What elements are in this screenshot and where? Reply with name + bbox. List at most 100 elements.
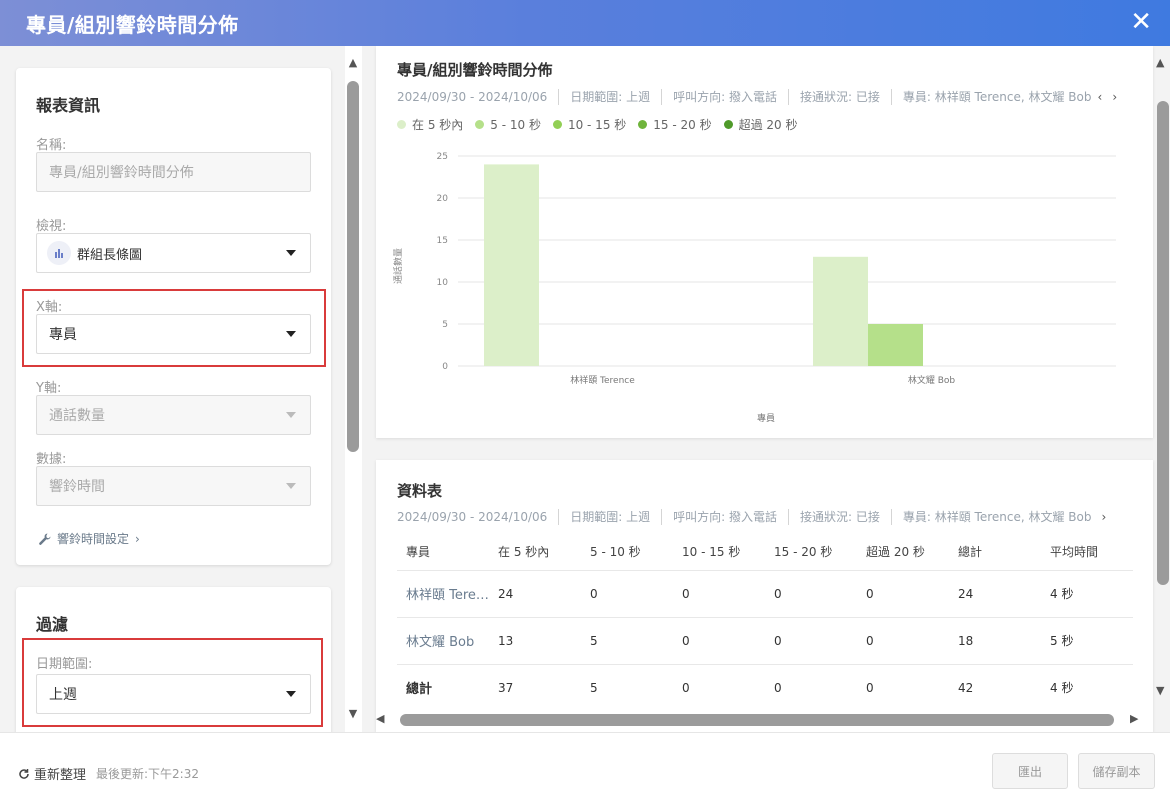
table-header-row: 專員 在 5 秒內 5 - 10 秒 10 - 15 秒 15 - 20 秒 超… [397, 534, 1133, 571]
table-cell: 4 秒 [1050, 681, 1074, 696]
table-total-row: 總計 37 5 0 0 0 42 4 秒 [397, 664, 1133, 711]
ring-time-settings-label: 響鈴時間設定 [57, 532, 130, 546]
horizontal-scrollbar-thumb[interactable] [400, 714, 1114, 726]
grouped-bar-chart: 0 5 10 15 20 25 林祥頤 Terence 林文耀 Bob 專員 通話數量 [392, 152, 1116, 424]
table-row: 林祥頤 Terence 24 0 0 0 0 24 4 秒 [397, 570, 1133, 618]
table-cell: 24 [949, 570, 1041, 618]
legend-item[interactable]: 超過 20 秒 [723, 116, 798, 133]
last-updated-text: 最後更新:下午2:32 [96, 767, 199, 781]
legend-item[interactable]: 在 5 秒內 [397, 116, 463, 133]
data-select-value: 響鈴時間 [49, 479, 105, 495]
scroll-left-arrow[interactable]: ◀ [376, 712, 384, 725]
legend-item[interactable]: 10 - 15 秒 [552, 116, 627, 133]
bar-chart-icon [47, 241, 71, 265]
chart-legend: 在 5 秒內 5 - 10 秒 10 - 15 秒 15 - 20 秒 超過 2… [397, 116, 810, 133]
table-cell: 18 [949, 617, 1041, 665]
agent-link[interactable]: 林文耀 Bob [397, 617, 489, 665]
meta-range: 日期範圍: 上週 [570, 510, 651, 524]
right-scrollbar-thumb[interactable] [1157, 101, 1169, 585]
dialog-footer: 重新整理 最後更新:下午2:32 匯出 儲存副本 [0, 732, 1170, 802]
export-button[interactable]: 匯出 [992, 753, 1068, 789]
chart-card-title: 專員/組別響鈴時間分佈 [397, 61, 553, 79]
legend-dot [552, 120, 562, 129]
legend-dot [475, 120, 485, 129]
date-range-highlight [22, 638, 323, 727]
wrench-icon [39, 533, 51, 545]
chart-bar[interactable] [813, 256, 868, 366]
table-cell: 13 [489, 617, 581, 665]
table-cell: 0 [866, 680, 874, 695]
chevron-right-icon: › [135, 531, 140, 546]
chart-bar[interactable] [868, 324, 923, 366]
table-cell: 37 [498, 680, 514, 695]
meta-status: 接通狀況: 已接 [800, 510, 880, 524]
table-cell: 0 [765, 570, 857, 618]
filter-title: 過濾 [36, 615, 69, 634]
name-field[interactable]: 專員/組別響鈴時間分佈 [36, 152, 311, 192]
y-axis-label: Y軸: [36, 381, 62, 396]
report-info-title: 報表資訊 [36, 96, 101, 115]
meta-range: 日期範圍: 上週 [570, 90, 651, 104]
dialog-titlebar: 專員/組別響鈴時間分佈 ✕ [0, 0, 1170, 46]
scroll-down-arrow[interactable]: ▼ [345, 707, 361, 721]
column-header[interactable]: 平均時間 [1041, 534, 1133, 571]
view-label: 檢視: [36, 219, 67, 234]
table-cell: 5 秒 [1041, 617, 1133, 665]
chevron-left-icon[interactable]: ‹ [1098, 90, 1103, 104]
legend-item[interactable]: 5 - 10 秒 [475, 116, 541, 133]
scroll-right-arrow[interactable]: ▶ [1130, 712, 1138, 725]
y-tick-label: 10 [437, 278, 449, 288]
x-tick-label: 林祥頤 Terence [570, 374, 635, 386]
meta-agents: 專員: 林祥頤 Terence, 林文耀 Bob [902, 510, 1092, 524]
view-select-value: 群組長條圖 [77, 247, 143, 263]
scroll-down-arrow[interactable]: ▼ [1156, 684, 1164, 697]
column-header[interactable]: 10 - 15 秒 [673, 534, 765, 571]
meta-direction: 呼叫方向: 撥入電話 [673, 510, 778, 524]
name-label: 名稱: [36, 138, 67, 153]
table-row: 林文耀 Bob 13 5 0 0 0 18 5 秒 [397, 617, 1133, 665]
table-cell: 5 [581, 617, 673, 665]
chevron-right-icon[interactable]: › [1112, 90, 1117, 104]
data-table-card: 資料表 2024/09/30 - 2024/10/06 日期範圍: 上週 呼叫方… [376, 460, 1153, 732]
scroll-up-arrow[interactable]: ▲ [1156, 56, 1164, 69]
column-header[interactable]: 專員 [397, 534, 489, 571]
legend-label: 15 - 20 秒 [653, 118, 712, 132]
y-axis-title: 通話數量 [392, 248, 404, 284]
chevron-down-icon [286, 250, 296, 256]
data-table: 專員 在 5 秒內 5 - 10 秒 10 - 15 秒 15 - 20 秒 超… [397, 534, 1133, 711]
chevron-right-icon[interactable]: › [1102, 510, 1107, 524]
ring-time-settings-link[interactable]: 響鈴時間設定 › [38, 530, 140, 547]
preview-pane: 專員/組別響鈴時間分佈 2024/09/30 - 2024/10/06 日期範圍… [362, 46, 1170, 732]
table-cell: 0 [857, 617, 949, 665]
table-cell: 42 [958, 680, 974, 695]
chart-bar[interactable] [484, 164, 539, 366]
close-icon[interactable]: ✕ [1130, 8, 1152, 36]
column-header[interactable]: 總計 [949, 534, 1041, 571]
data-select[interactable]: 響鈴時間 [36, 466, 311, 506]
legend-label: 在 5 秒內 [412, 118, 464, 132]
legend-label: 10 - 15 秒 [567, 118, 627, 132]
y-tick-label: 15 [437, 236, 448, 246]
y-axis-select-value: 通話數量 [49, 408, 105, 424]
table-cell: 0 [682, 680, 690, 695]
save-copy-button[interactable]: 儲存副本 [1078, 753, 1155, 789]
agent-link[interactable]: 林祥頤 Terence [397, 570, 489, 618]
table-cell: 0 [765, 617, 857, 665]
column-header[interactable]: 在 5 秒內 [489, 534, 581, 571]
legend-label: 5 - 10 秒 [490, 118, 541, 132]
y-axis-select[interactable]: 通話數量 [36, 395, 311, 435]
chevron-down-icon [286, 483, 296, 489]
x-tick-label: 林文耀 Bob [908, 374, 956, 386]
column-header[interactable]: 超過 20 秒 [857, 534, 949, 571]
column-header[interactable]: 15 - 20 秒 [765, 534, 857, 571]
table-cell: 0 [673, 617, 765, 665]
table-cell: 0 [581, 570, 673, 618]
scroll-up-arrow[interactable]: ▲ [345, 56, 361, 70]
left-scrollbar-thumb[interactable] [347, 81, 359, 452]
legend-item[interactable]: 15 - 20 秒 [638, 116, 712, 133]
refresh-button[interactable]: 重新整理 [18, 764, 86, 783]
column-header[interactable]: 5 - 10 秒 [581, 534, 673, 571]
view-select[interactable]: 群組長條圖 [36, 233, 311, 273]
table-cell: 0 [673, 570, 765, 618]
y-tick-label: 5 [442, 320, 448, 330]
